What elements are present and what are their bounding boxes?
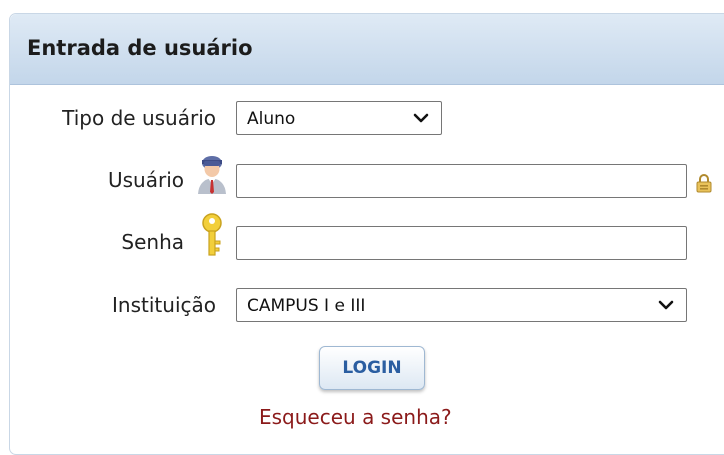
chevron-down-icon bbox=[658, 295, 674, 320]
password-input[interactable] bbox=[236, 226, 687, 260]
user-type-value: Aluno bbox=[247, 109, 296, 129]
forgot-password-link[interactable]: Esqueceu a senha? bbox=[259, 405, 452, 429]
institution-label: Instituição bbox=[112, 293, 216, 317]
password-label: Senha bbox=[121, 230, 184, 254]
username-label: Usuário bbox=[107, 168, 184, 192]
chevron-down-icon bbox=[413, 108, 429, 133]
panel-title: Entrada de usuário bbox=[27, 36, 253, 60]
username-input[interactable] bbox=[236, 164, 687, 198]
lock-icon[interactable] bbox=[695, 173, 713, 197]
key-icon bbox=[201, 213, 223, 263]
login-button[interactable]: LOGIN bbox=[319, 346, 425, 390]
user-type-label: Tipo de usuário bbox=[62, 106, 216, 130]
institution-select[interactable]: CAMPUS I e III bbox=[236, 288, 687, 322]
user-icon bbox=[195, 150, 229, 198]
user-type-select[interactable]: Aluno bbox=[236, 101, 442, 135]
institution-value: CAMPUS I e III bbox=[247, 296, 366, 316]
panel-header: Entrada de usuário bbox=[10, 14, 724, 85]
